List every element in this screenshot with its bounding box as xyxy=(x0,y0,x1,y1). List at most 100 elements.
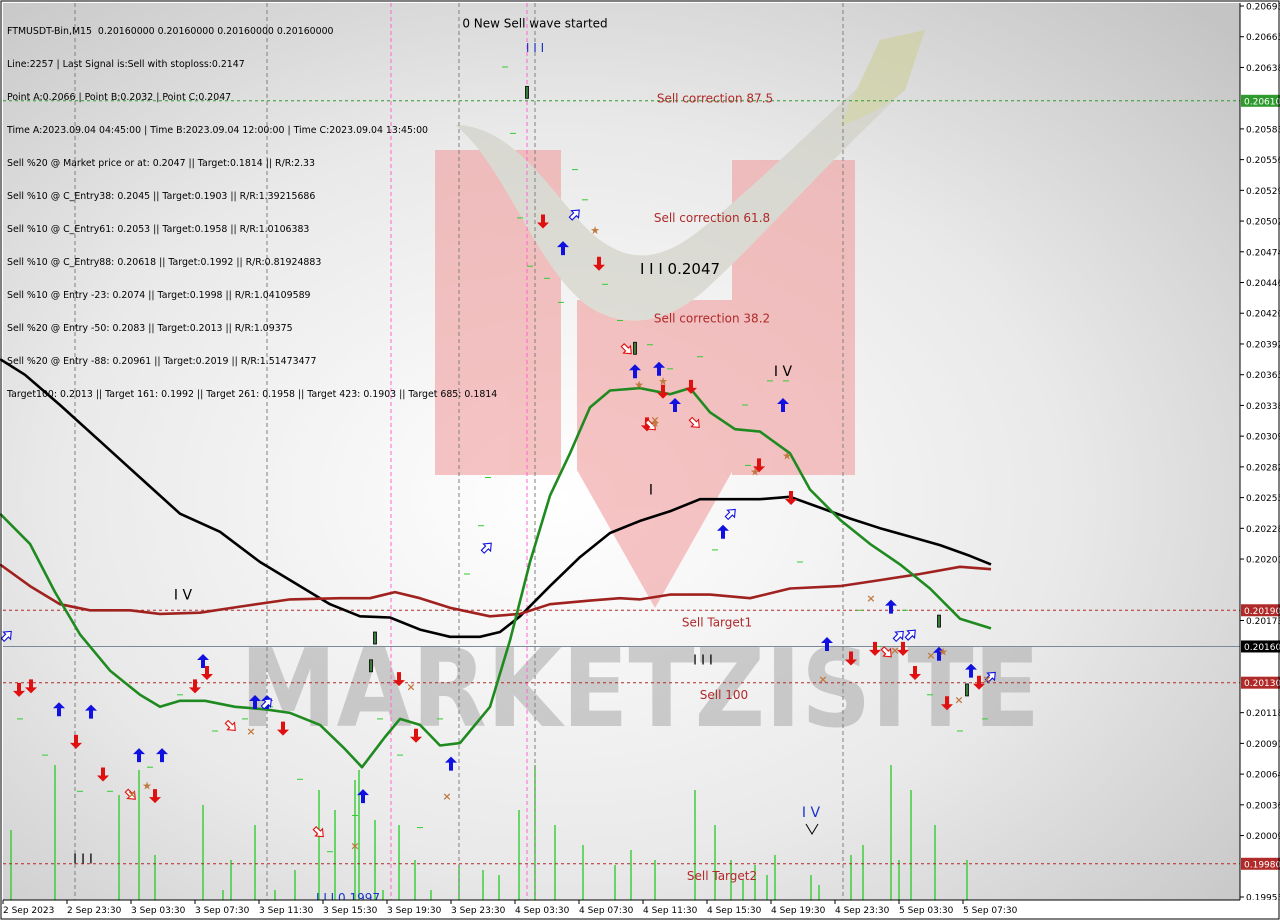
time-axis-label: 3 Sep 23:30 xyxy=(451,906,506,916)
price-axis-label: 0.20173 xyxy=(1246,617,1280,627)
star-marker-icon: ★ xyxy=(750,465,760,478)
time-axis-label: 3 Sep 07:30 xyxy=(195,906,250,916)
info-line: Sell %20 @ Entry -88: 0.20961 || Target:… xyxy=(7,356,317,367)
chart-annotation: I V xyxy=(774,364,793,380)
price-axis-label: 0.20693 xyxy=(1246,3,1280,13)
time-axis-label: 2 Sep 2023 xyxy=(3,906,54,916)
price-axis-label: 0.20338 xyxy=(1246,402,1280,412)
x-marker-icon: × xyxy=(866,592,875,605)
info-line: Sell %10 @ C_Entry38: 0.2045 || Target:0… xyxy=(7,191,316,202)
time-axis-label: 4 Sep 23:30 xyxy=(835,906,890,916)
info-line: Sell %10 @ Entry -23: 0.2074 || Target:0… xyxy=(7,290,311,301)
time-axis-label: 4 Sep 03:30 xyxy=(515,906,570,916)
info-line: Sell %10 @ C_Entry61: 0.2053 || Target:0… xyxy=(7,224,310,235)
price-axis-label: 0.20091 xyxy=(1246,740,1280,750)
price-axis-label: 0.20255 xyxy=(1246,494,1280,504)
time-axis-label: 3 Sep 15:30 xyxy=(323,906,378,916)
x-marker-icon: × xyxy=(982,673,991,686)
price-level-label: 0.20610 xyxy=(1244,97,1280,107)
x-marker-icon: × xyxy=(406,680,415,693)
info-line: Point A:0.2066 | Point B:0.2032 | Point … xyxy=(7,92,232,103)
price-axis-label: 0.20201 xyxy=(1246,556,1280,566)
wave-marker xyxy=(965,683,969,697)
star-marker-icon: ★ xyxy=(142,779,152,792)
watermark-text: MARKETZISITE xyxy=(240,627,1040,752)
chart-annotation: Sell Target1 xyxy=(682,616,752,630)
time-axis-background xyxy=(0,900,1280,920)
star-marker-icon: ★ xyxy=(782,450,792,463)
time-axis-label: 4 Sep 07:30 xyxy=(579,906,634,916)
price-axis-label: 0.20118 xyxy=(1246,709,1280,719)
price-level-label: 0.20130 xyxy=(1244,679,1280,689)
chart-annotation: I V xyxy=(802,805,821,821)
chart-annotation: I I I xyxy=(526,41,544,55)
time-axis-label: 4 Sep 19:30 xyxy=(771,906,826,916)
x-marker-icon: × xyxy=(818,673,827,686)
price-axis-label: 0.20529 xyxy=(1246,187,1280,197)
chart-annotation: Sell Target2 xyxy=(687,869,757,883)
info-line: Time A:2023.09.04 04:45:00 | Time B:2023… xyxy=(7,125,428,136)
info-line: Sell %20 @ Market price or at: 0.2047 ||… xyxy=(7,158,315,169)
wave-marker xyxy=(369,659,373,673)
chart-annotation: I I I 0.2047 xyxy=(640,260,720,278)
price-axis-background xyxy=(1240,0,1280,920)
chart-annotation: Sell correction 38.2 xyxy=(654,311,770,325)
x-marker-icon: × xyxy=(442,790,451,803)
price-level-label: 0.20160 xyxy=(1244,643,1280,653)
price-axis-label: 0.20583 xyxy=(1246,125,1280,135)
info-line: Sell %20 @ Entry -50: 0.2083 || Target:0… xyxy=(7,323,293,334)
price-axis-label: 0.20282 xyxy=(1246,463,1280,473)
price-axis-label: 0.20365 xyxy=(1246,371,1280,381)
x-marker-icon: × xyxy=(246,725,255,738)
x-marker-icon: × xyxy=(890,644,899,657)
price-axis-label: 0.20228 xyxy=(1246,525,1280,535)
price-axis-label: 0.20036 xyxy=(1246,801,1280,811)
wave-marker xyxy=(525,85,529,99)
time-axis-label: 3 Sep 19:30 xyxy=(387,906,442,916)
x-marker-icon: × xyxy=(926,649,935,662)
price-axis-label: 0.20420 xyxy=(1246,310,1280,320)
time-axis-label: 4 Sep 11:30 xyxy=(643,906,698,916)
chart-annotation: I xyxy=(649,482,653,498)
price-axis-label: 0.20009 xyxy=(1246,832,1280,842)
time-axis-label: 3 Sep 11:30 xyxy=(259,906,314,916)
x-marker-icon: × xyxy=(350,840,359,853)
price-axis-label: 0.20502 xyxy=(1246,218,1280,228)
time-axis-label: 5 Sep 07:30 xyxy=(963,906,1018,916)
price-axis-label: 0.20064 xyxy=(1246,771,1280,781)
time-axis-label: 2 Sep 23:30 xyxy=(67,906,122,916)
price-axis-label: 0.20309 xyxy=(1246,433,1280,443)
star-marker-icon: ★ xyxy=(658,375,668,388)
chart-annotation: Sell 100 xyxy=(700,688,748,702)
star-marker-icon: ★ xyxy=(634,378,644,391)
info-line: Sell %10 @ C_Entry88: 0.20618 || Target:… xyxy=(7,257,322,268)
wave-marker xyxy=(937,614,941,628)
chart-annotation: Sell correction 87.5 xyxy=(657,92,773,106)
x-marker-icon: × xyxy=(127,788,136,801)
info-line: Line:2257 | Last Signal is:Sell with sto… xyxy=(7,59,245,70)
chart-annotation: I V xyxy=(174,587,193,603)
signal-info-panel: FTMUSDT-Bin,M15 0.20160000 0.20160000 0.… xyxy=(7,4,497,422)
price-axis-label: 0.20665 xyxy=(1246,33,1280,43)
x-marker-icon: × xyxy=(650,414,659,427)
price-axis-label: 0.20446 xyxy=(1246,279,1280,289)
wave-marker xyxy=(633,341,637,355)
star-marker-icon: ★ xyxy=(938,645,948,658)
chart-annotation: I I I xyxy=(693,653,713,668)
symbol-header: FTMUSDT-Bin,M15 0.20160000 0.20160000 0.… xyxy=(7,26,334,37)
time-axis-label: 3 Sep 03:30 xyxy=(131,906,186,916)
price-axis-label: 0.20556 xyxy=(1246,156,1280,166)
price-level-label: 0.20190 xyxy=(1244,607,1280,617)
wave-marker xyxy=(373,631,377,645)
x-marker-icon: × xyxy=(954,694,963,707)
price-axis-label: 0.20392 xyxy=(1246,340,1280,350)
time-axis-label: 5 Sep 03:30 xyxy=(899,906,954,916)
time-axis-label: 4 Sep 15:30 xyxy=(707,906,762,916)
chart-stage: MARKETZISITE ★ ★ ★ ★ ★ ★ ★ ★ × × × × × × × × × × × × 0 New Se… xyxy=(0,0,1280,920)
info-line: Target100: 0.2013 || Target 161: 0.1992 … xyxy=(7,389,498,400)
price-axis-label: 0.20474 xyxy=(1246,248,1280,258)
chart-annotation: I I I xyxy=(73,853,93,868)
chart-annotation: Sell correction 61.8 xyxy=(654,211,770,225)
star-marker-icon: ★ xyxy=(590,224,600,237)
price-axis-label: 0.20638 xyxy=(1246,64,1280,74)
